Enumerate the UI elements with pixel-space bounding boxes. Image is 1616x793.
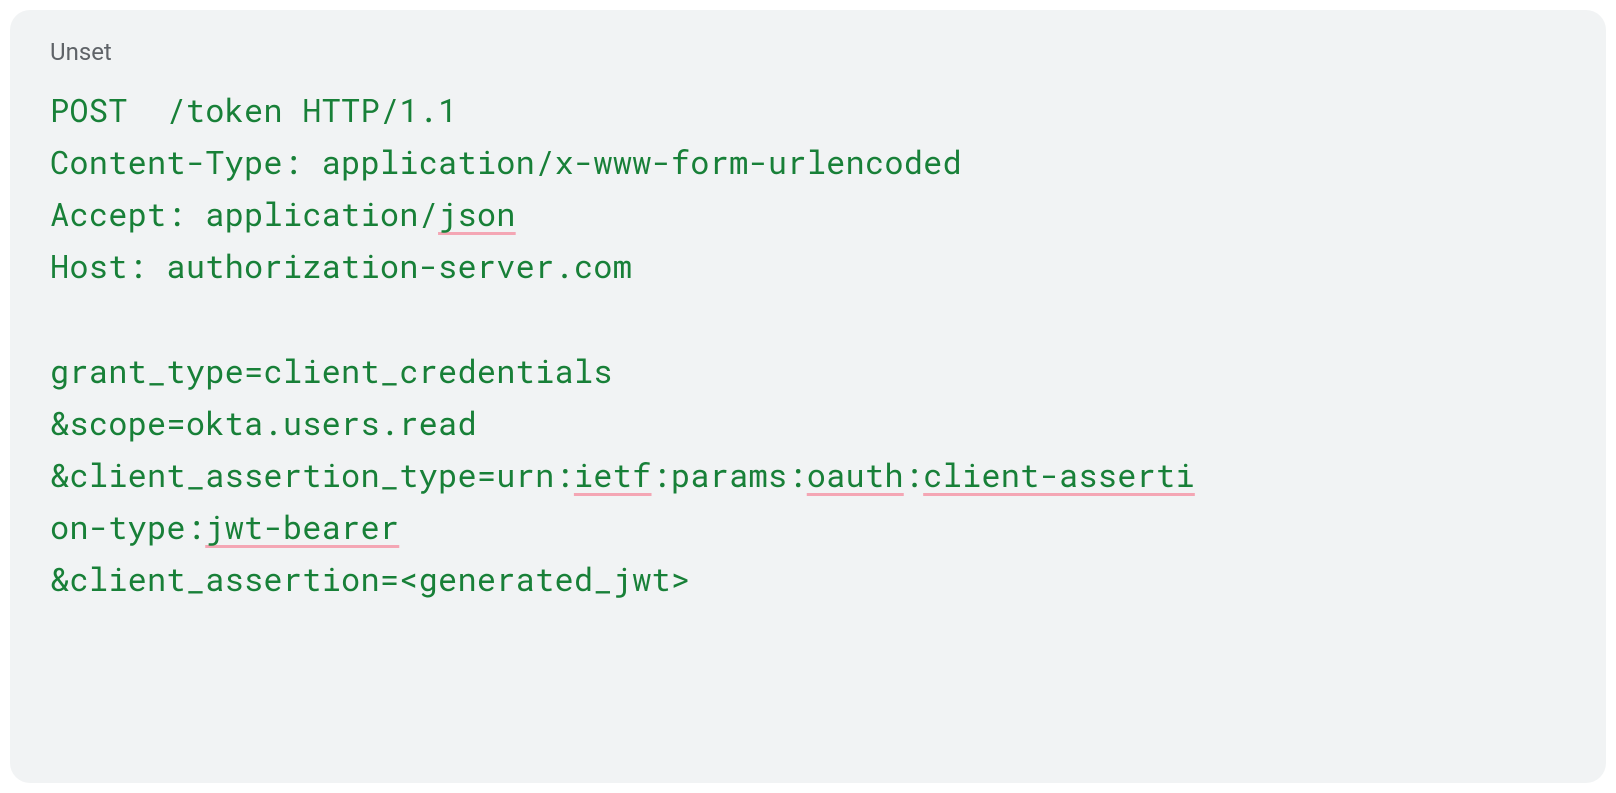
code-text: :params: [652,453,807,496]
spellcheck-underline: ietf [574,453,652,496]
code-text: &client_assertion_type=urn: [50,453,574,496]
code-line: POST /token HTTP/1.1 [50,84,1566,136]
spellcheck-underline: json [438,192,516,235]
code-content[interactable]: POST /token HTTP/1.1Content-Type: applic… [50,84,1566,606]
spellcheck-underline: client-asserti [923,453,1195,496]
language-label: Unset [50,38,1566,66]
blank-line [50,293,1566,345]
code-line: &scope=okta.users.read [50,397,1566,449]
code-text: Accept: application/ [50,192,438,235]
code-line: on-type:jwt-bearer [50,501,1566,553]
code-line: Host: authorization-server.com [50,240,1566,292]
code-line: Content-Type: application/x-www-form-url… [50,136,1566,188]
code-text: : [904,453,923,496]
spellcheck-underline: oauth [807,453,904,496]
code-block: Unset POST /token HTTP/1.1Content-Type: … [10,10,1606,783]
code-line: &client_assertion_type=urn:ietf:params:o… [50,449,1566,501]
code-line: &client_assertion=<generated_jwt> [50,553,1566,605]
code-line: Accept: application/json [50,188,1566,240]
code-text: on-type: [50,505,205,548]
spellcheck-underline: jwt-bearer [205,505,399,548]
code-line: grant_type=client_credentials [50,345,1566,397]
